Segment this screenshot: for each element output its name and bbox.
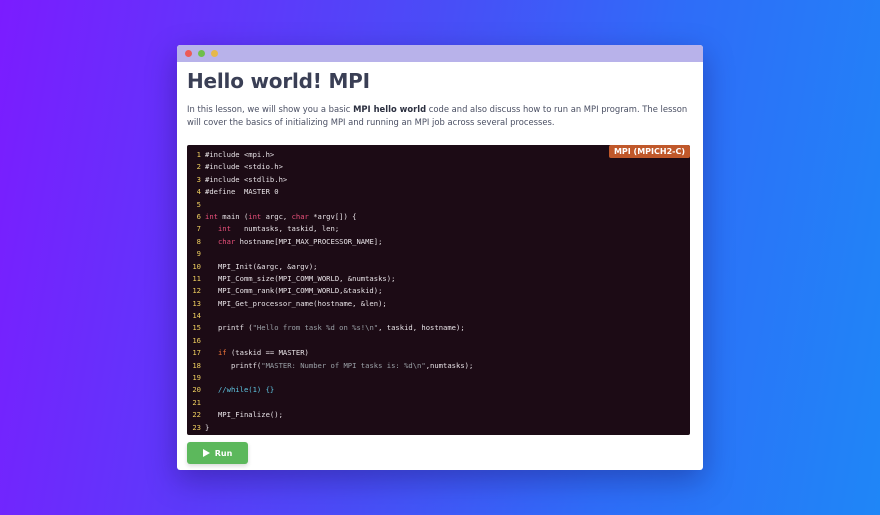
code-text: if (taskid == MASTER) [217,348,309,358]
line-number: 2 [196,162,201,172]
code-line: 21 [187,397,690,409]
line-number: 14 [192,311,201,321]
code-editor[interactable]: 1 #include <mpi.h> 2 #include <stdio.h> 3 #in… [187,145,690,435]
line-number: 7 [196,224,201,234]
maximize-window-dot[interactable] [198,50,205,57]
play-icon [202,449,210,457]
lesson-title: Hello world! MPI [187,69,370,93]
line-number: 3 [196,174,201,184]
code-line: 22 MPI_Finalize(); [187,409,690,421]
code-text: MPI_Finalize(); [205,410,283,420]
code-text: #include <stdio.h> [205,162,283,172]
code-text: MPI_Init(&argc, &argv); [205,261,318,271]
line-number: 22 [192,410,201,420]
line-number: 23 [192,422,201,432]
code-line: 16 [187,335,690,347]
line-number: 13 [192,298,201,308]
code-line: 7 int numtasks, taskid, len; [187,223,690,235]
lesson-description: In this lesson, we will show you a basic… [187,103,692,129]
line-number: 21 [192,397,201,407]
window-titlebar [177,45,703,62]
code-text: #include <mpi.h> [205,150,275,159]
code-text: printf ("Hello from task %d on %s!\n", t… [205,323,465,333]
line-number: 15 [192,323,201,333]
code-text: char hostname[MPI_MAX_PROCESSOR_NAME]; [217,236,383,246]
line-number: 19 [192,373,201,383]
code-line: 15 printf ("Hello from task %d on %s!\n"… [187,322,690,334]
description-text-1: In this lesson, we will show you a basic [187,104,354,114]
code-text: #define MASTER 0 [205,187,279,197]
code-text: int numtasks, taskid, len; [217,224,340,234]
code-text: //while(1) {} [217,385,275,395]
line-number: 20 [192,385,201,395]
line-number: 1 [196,150,201,159]
minimize-window-dot[interactable] [211,50,218,57]
line-number: 17 [192,348,201,358]
line-number: 9 [196,249,201,259]
code-text: MPI_Comm_rank(MPI_COMM_WORLD,&taskid); [205,286,383,296]
code-line: 19 [187,372,690,384]
code-line: 17 if (taskid == MASTER) [187,347,690,359]
code-line: 23} [187,422,690,434]
line-number: 8 [196,236,201,246]
description-bold-text: MPI hello world [353,104,427,114]
code-text: } [205,422,210,432]
line-number: 6 [196,211,201,221]
code-text: printf("MASTER: Number of MPI tasks is: … [205,360,474,370]
code-text: MPI_Get_processor_name(hostname, &len); [205,298,387,308]
close-window-dot[interactable] [185,50,192,57]
code-line: 13 MPI_Get_processor_name(hostname, &len… [187,298,690,310]
code-line: 18 printf("MASTER: Number of MPI tasks i… [187,360,690,372]
code-line: 8 char hostname[MPI_MAX_PROCESSOR_NAME]; [187,236,690,248]
code-line: 4 #define MASTER 0 [187,186,690,198]
line-number: 18 [192,360,201,370]
language-badge: MPI (MPICH2-C) [608,145,690,158]
code-line: 5 [187,199,690,211]
line-number: 5 [196,199,201,209]
line-number: 10 [192,261,201,271]
code-line: 2 #include <stdio.h> [187,161,690,173]
code-text: MPI_Comm_size(MPI_COMM_WORLD, &numtasks)… [205,273,396,283]
code-text: int main (int argc, char *argv[]) { [205,211,357,221]
code-line: 6 int main (int argc, char *argv[]) { [187,211,690,223]
code-line: 14 [187,310,690,322]
code-lines[interactable]: 1 #include <mpi.h> 2 #include <stdio.h> 3 #in… [187,149,690,434]
code-text: #include <stdlib.h> [205,174,288,184]
run-button[interactable]: Run [187,442,248,464]
lesson-window: Hello world! MPI In this lesson, we will… [177,45,703,470]
code-line: 3 #include <stdlib.h> [187,174,690,186]
code-line: 20 //while(1) {} [187,384,690,396]
line-number: 12 [192,286,201,296]
code-line: 11 MPI_Comm_size(MPI_COMM_WORLD, &numtas… [187,273,690,285]
run-button-label: Run [214,448,233,458]
line-number: 11 [192,273,201,283]
code-line: 12 MPI_Comm_rank(MPI_COMM_WORLD,&taskid)… [187,285,690,297]
code-line: 9 [187,248,690,260]
line-number: 16 [192,335,201,345]
code-line: 10 MPI_Init(&argc, &argv); [187,261,690,273]
line-number: 4 [196,187,201,197]
